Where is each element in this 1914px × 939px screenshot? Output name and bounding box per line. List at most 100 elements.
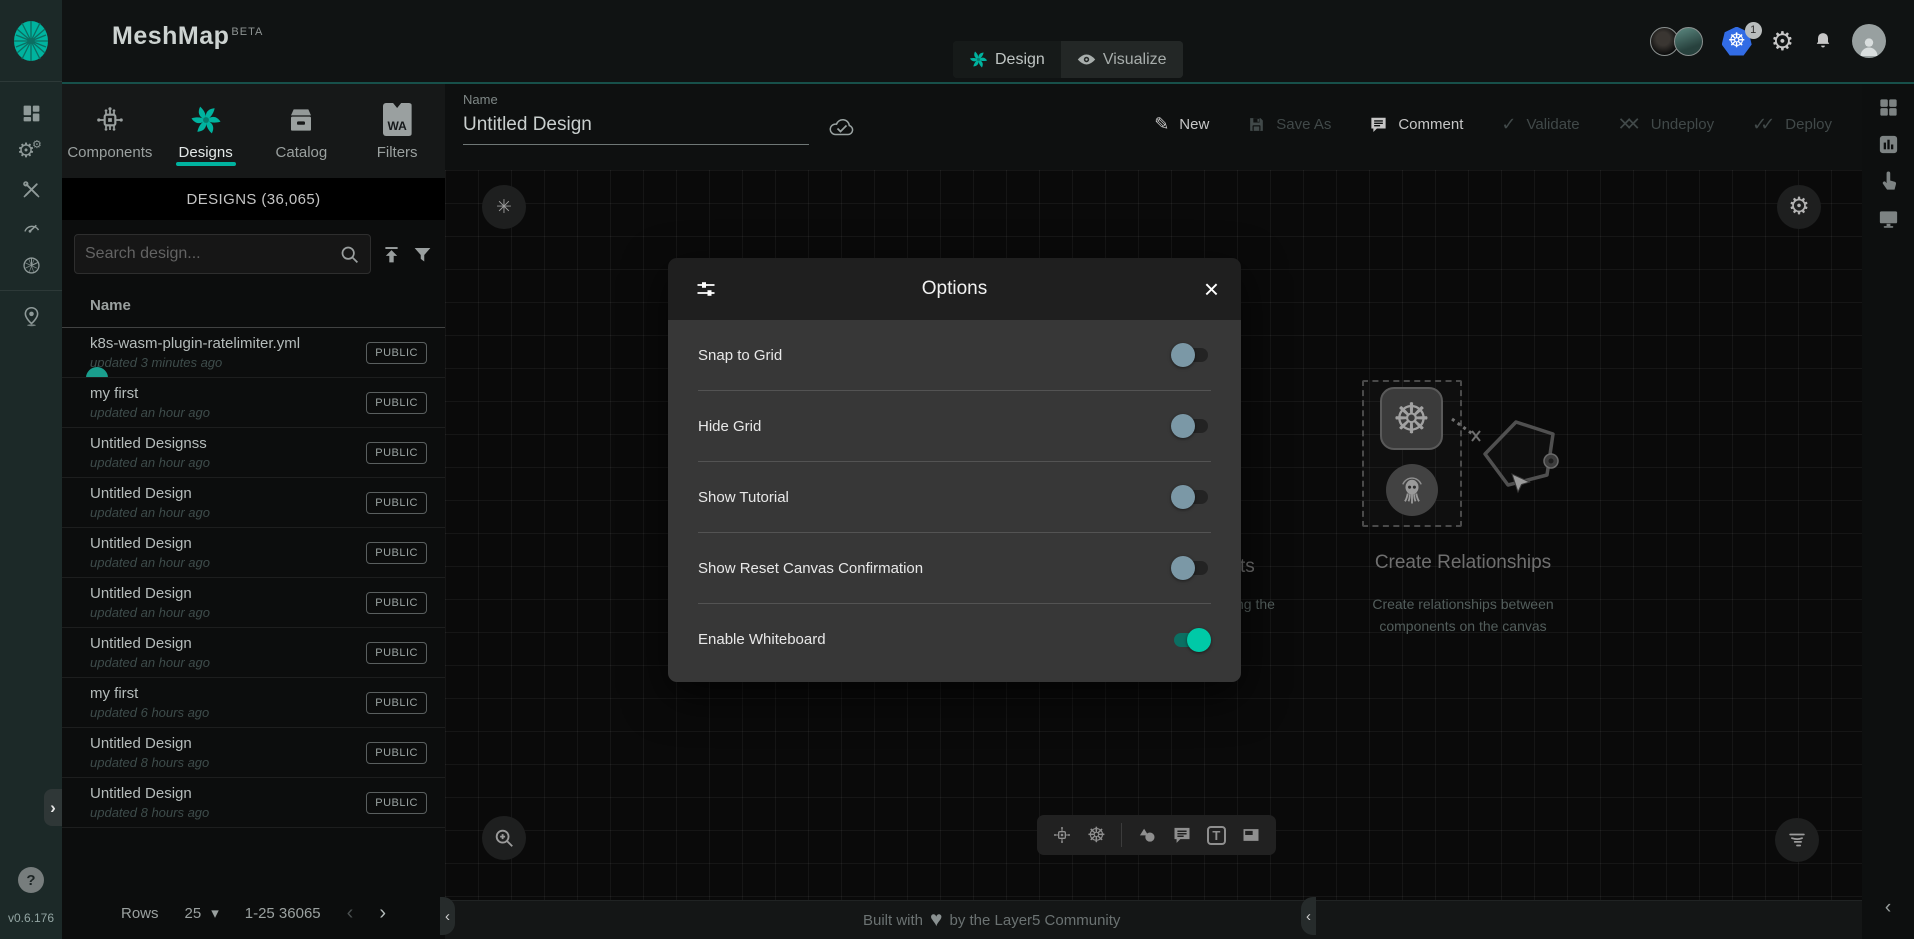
eye-icon (1077, 50, 1096, 69)
design-row[interactable]: Untitled Design updated an hour ago PUBL… (62, 578, 445, 628)
canvas-snap-button[interactable]: ✳ (482, 185, 526, 229)
show-reset-canvas-confirmation-toggle[interactable] (1171, 556, 1211, 580)
design-row[interactable]: Untitled Designss updated an hour ago PU… (62, 428, 445, 478)
rows-per-page-select[interactable]: 25 ▾ (185, 904, 219, 922)
design-row[interactable]: Untitled Design updated 8 hours ago PUBL… (62, 778, 445, 828)
tab-filters[interactable]: WA Filters (349, 84, 445, 178)
notifications-bell-icon[interactable] (1813, 30, 1833, 52)
collaborator-avatars (1650, 27, 1703, 56)
enable-whiteboard-toggle[interactable] (1171, 628, 1211, 652)
layer5-logo-icon (11, 19, 51, 63)
meshery-component-tile (1386, 464, 1438, 516)
option-row-show-tutorial: Show Tutorial (698, 462, 1211, 533)
new-button[interactable]: ✎ New (1154, 114, 1209, 135)
option-row-show-reset-confirmation: Show Reset Canvas Confirmation (698, 533, 1211, 604)
person-icon (1857, 34, 1881, 58)
design-row[interactable]: my first updated an hour ago PUBLIC (62, 378, 445, 428)
options-list: Snap to Grid Hide Grid Show Tutorial Sho… (668, 320, 1241, 682)
undeploy-button[interactable]: ✕✕ Undeploy (1618, 114, 1715, 135)
lifecycle-gears-icon[interactable]: ⚙⚙ (0, 132, 62, 170)
wasm-filters-icon: WA (383, 102, 412, 138)
close-icon[interactable]: × (1204, 276, 1219, 302)
display-monitor-icon[interactable] (1877, 207, 1900, 230)
media-tool-icon[interactable] (1241, 825, 1261, 845)
heart-icon: ♥ (930, 908, 942, 932)
design-row[interactable]: my first updated 6 hours ago PUBLIC (62, 678, 445, 728)
text-tool-icon[interactable]: T (1207, 826, 1226, 845)
design-row[interactable]: Untitled Design updated 8 hours ago PUBL… (62, 728, 445, 778)
tab-components[interactable]: Components (62, 84, 158, 178)
search-icon[interactable] (339, 244, 360, 265)
validate-button[interactable]: ✓ Validate (1501, 114, 1579, 135)
search-input[interactable] (85, 245, 339, 263)
magnifier-plus-icon (493, 827, 515, 849)
hide-grid-toggle[interactable] (1171, 414, 1211, 438)
shapes-tool-icon[interactable] (1137, 825, 1157, 845)
panel-tabs: Components Designs (62, 84, 445, 178)
canvas-tool-dock: ☸ T (1037, 815, 1276, 855)
tab-visualize[interactable]: Visualize (1061, 41, 1183, 78)
visibility-badge: PUBLIC (366, 492, 427, 514)
design-list: k8s-wasm-plugin-ratelimiter.yml updated … (62, 328, 445, 828)
caret-down-icon: ▾ (211, 904, 219, 922)
cloud-saved-icon (827, 116, 857, 138)
snap-to-grid-toggle[interactable] (1171, 343, 1211, 367)
panel-collapse-button[interactable]: ‹ (440, 897, 455, 935)
comment-button[interactable]: Comment (1369, 115, 1463, 134)
tab-catalog[interactable]: Catalog (254, 84, 350, 178)
design-row[interactable]: k8s-wasm-plugin-ratelimiter.yml updated … (62, 328, 445, 378)
zoom-button[interactable] (482, 816, 526, 860)
relationship-illustration (1450, 379, 1600, 559)
onboarding-desc-line1: Create relationships between (1322, 596, 1604, 612)
show-tutorial-toggle[interactable] (1171, 485, 1211, 509)
right-dock-collapse-icon[interactable]: ‹ (1885, 897, 1891, 919)
visibility-badge: PUBLIC (366, 642, 427, 664)
prev-page-icon[interactable]: ‹ (347, 902, 354, 925)
configuration-tools-icon[interactable] (0, 170, 62, 208)
layout-grid-icon[interactable] (1877, 96, 1900, 119)
whirlwind-button[interactable] (1775, 818, 1819, 862)
kubernetes-tool-icon[interactable]: ☸ (1087, 825, 1106, 846)
deploy-button[interactable]: ✓✓ Deploy (1752, 114, 1832, 135)
components-circuit-icon (94, 102, 126, 138)
design-row[interactable]: Untitled Design updated an hour ago PUBL… (62, 528, 445, 578)
performance-gauge-icon[interactable] (0, 208, 62, 246)
dashboard-icon[interactable] (0, 94, 62, 132)
footer-credit: Built with ♥ by the Layer5 Community (863, 908, 1120, 932)
designs-panel: Components Designs (62, 84, 445, 939)
tab-designs[interactable]: Designs (158, 84, 254, 178)
pagination: Rows 25 ▾ 1-25 36065 ‹ › (62, 887, 445, 939)
mesh-adapter-icon[interactable] (0, 246, 62, 284)
pencil-icon: ✎ (1154, 114, 1169, 135)
visibility-badge: PUBLIC (366, 692, 427, 714)
kubernetes-context-button[interactable]: ☸ 1 (1722, 27, 1752, 56)
mode-switcher: Design Visualize (953, 41, 1183, 78)
import-design-icon[interactable] (381, 244, 402, 265)
comment-tool-icon[interactable] (1172, 825, 1192, 845)
tab-design[interactable]: Design (953, 41, 1061, 78)
collaborator-avatar-2[interactable] (1674, 27, 1703, 56)
components-tool-icon[interactable] (1052, 825, 1072, 845)
design-name-input[interactable] (463, 110, 809, 145)
options-modal: Options × Snap to Grid Hide Grid Show Tu… (668, 258, 1241, 682)
next-page-icon[interactable]: › (379, 902, 386, 925)
help-button[interactable]: ? (18, 867, 44, 893)
canvas-settings-button[interactable]: ⚙ (1777, 185, 1821, 229)
save-as-button[interactable]: Save As (1247, 115, 1331, 134)
design-row[interactable]: Untitled Design updated an hour ago PUBL… (62, 478, 445, 528)
layer5-logo[interactable] (0, 0, 62, 82)
option-row-snap-to-grid: Snap to Grid (698, 320, 1211, 391)
design-toolbar: ✎ New Save As Comment ✓ Validate ✕✕ Unde… (1154, 114, 1832, 135)
header-accent-line (62, 82, 1914, 84)
rail-expand-button[interactable]: › (44, 789, 62, 826)
filter-funnel-icon[interactable] (412, 244, 433, 265)
location-pin-icon[interactable] (0, 297, 62, 335)
interaction-hand-icon[interactable] (1877, 170, 1900, 193)
whirlwind-icon (1786, 829, 1808, 851)
user-avatar[interactable] (1852, 24, 1886, 58)
right-panel-collapse-button[interactable]: ‹ (1301, 897, 1316, 935)
design-row[interactable]: Untitled Design updated an hour ago PUBL… (62, 628, 445, 678)
kubernetes-component-tile: ☸ (1380, 387, 1443, 450)
settings-gear-icon[interactable]: ⚙ (1771, 28, 1794, 54)
metrics-chart-icon[interactable] (1877, 133, 1900, 156)
